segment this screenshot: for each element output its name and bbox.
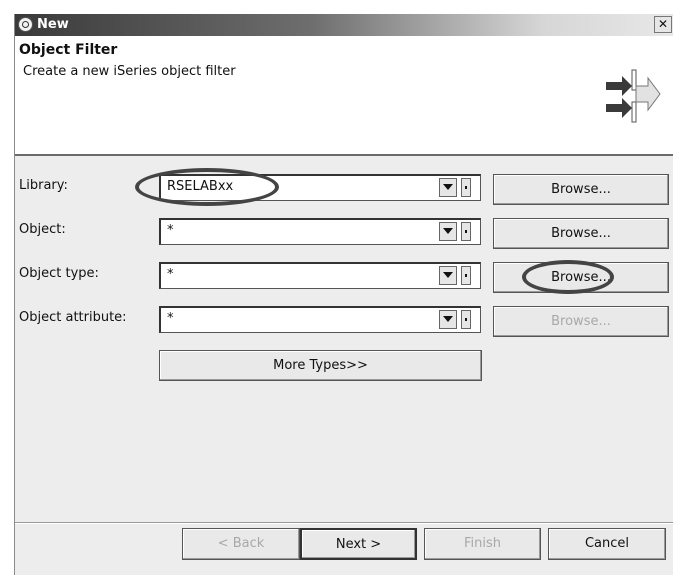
- dot-icon: [465, 186, 467, 189]
- library-value: RSELABxx: [167, 179, 234, 194]
- close-button[interactable]: ✕: [654, 16, 672, 33]
- dot-icon: [465, 318, 467, 321]
- object-attribute-dropdown-button[interactable]: [439, 310, 457, 329]
- chevron-down-icon: [443, 316, 453, 322]
- object-value: *: [167, 223, 174, 238]
- window-title: New: [37, 17, 69, 32]
- new-wizard-dialog: New ✕ Object Filter Create a new iSeries…: [14, 14, 673, 575]
- chevron-down-icon: [443, 272, 453, 278]
- object-type-browse-button[interactable]: Browse...: [493, 262, 669, 293]
- page-title: Object Filter: [19, 42, 118, 58]
- next-button[interactable]: Next >: [300, 528, 417, 560]
- filter-arrows-icon: [606, 69, 661, 123]
- finish-button[interactable]: Finish: [424, 528, 541, 560]
- wizard-header: Object Filter Create a new iSeries objec…: [15, 36, 673, 156]
- library-dropdown-button[interactable]: [439, 178, 457, 197]
- cancel-button[interactable]: Cancel: [548, 528, 666, 560]
- object-attribute-value: *: [167, 311, 174, 326]
- app-logo-icon: [18, 17, 33, 32]
- page-description: Create a new iSeries object filter: [23, 64, 236, 79]
- chevron-down-icon: [443, 184, 453, 190]
- object-type-dropdown-button[interactable]: [439, 266, 457, 285]
- object-history-button[interactable]: [461, 222, 471, 241]
- chevron-down-icon: [443, 228, 453, 234]
- object-combo[interactable]: *: [159, 218, 481, 245]
- object-type-combo[interactable]: *: [159, 262, 481, 289]
- dot-icon: [465, 230, 467, 233]
- library-browse-button[interactable]: Browse...: [493, 174, 669, 205]
- object-attribute-combo[interactable]: *: [159, 306, 481, 333]
- library-history-button[interactable]: [461, 178, 471, 197]
- dot-icon: [465, 274, 467, 277]
- object-attribute-browse-button[interactable]: Browse...: [493, 306, 669, 337]
- object-dropdown-button[interactable]: [439, 222, 457, 241]
- object-attribute-history-button[interactable]: [461, 310, 471, 329]
- back-button[interactable]: < Back: [182, 528, 300, 560]
- footer-separator: [15, 522, 673, 524]
- object-type-value: *: [167, 267, 174, 282]
- object-browse-button[interactable]: Browse...: [493, 218, 669, 249]
- object-attribute-label: Object attribute:: [19, 310, 127, 325]
- library-label: Library:: [19, 178, 68, 193]
- object-type-label: Object type:: [19, 266, 99, 281]
- title-bar: New ✕: [15, 14, 673, 36]
- library-combo[interactable]: RSELABxx: [159, 174, 481, 201]
- more-types-button[interactable]: More Types>>: [159, 350, 482, 381]
- object-type-history-button[interactable]: [461, 266, 471, 285]
- object-label: Object:: [19, 222, 66, 237]
